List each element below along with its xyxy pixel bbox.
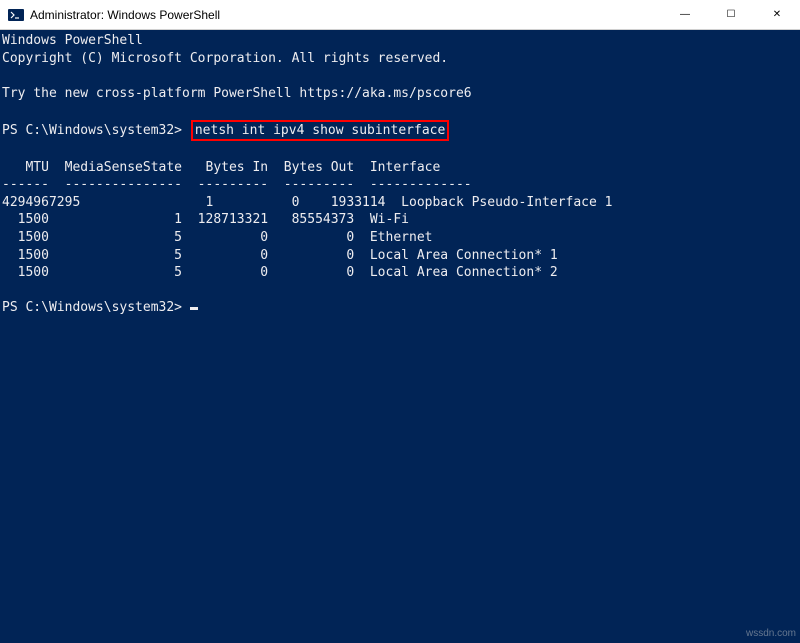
table-header: MTU MediaSenseState Bytes In Bytes Out I… — [2, 159, 800, 177]
table-row: 1500 5 0 0 Local Area Connection* 1 — [2, 247, 800, 265]
powershell-window: Administrator: Windows PowerShell — ☐ ✕ … — [0, 0, 800, 643]
titlebar[interactable]: Administrator: Windows PowerShell — ☐ ✕ — [0, 0, 800, 30]
maximize-button[interactable]: ☐ — [708, 0, 754, 29]
table-row: 1500 1 128713321 85554373 Wi-Fi — [2, 211, 800, 229]
prompt-line: PS C:\Windows\system32> netsh int ipv4 s… — [2, 120, 800, 142]
prompt-line: PS C:\Windows\system32> — [2, 299, 800, 317]
minimize-button[interactable]: — — [662, 0, 708, 29]
blank-line — [2, 67, 800, 85]
cursor — [190, 307, 198, 310]
banner-line: Copyright (C) Microsoft Corporation. All… — [2, 50, 800, 68]
table-header-dashes: ------ --------------- --------- -------… — [2, 176, 800, 194]
prompt-prefix: PS C:\Windows\system32> — [2, 300, 190, 315]
window-controls: — ☐ ✕ — [662, 0, 800, 29]
table-row: 1500 5 0 0 Local Area Connection* 2 — [2, 264, 800, 282]
table-row: 4294967295 1 0 1933114 Loopback Pseudo-I… — [2, 194, 800, 212]
blank-line — [2, 141, 800, 159]
blank-line — [2, 282, 800, 300]
table-row: 1500 5 0 0 Ethernet — [2, 229, 800, 247]
banner-line: Windows PowerShell — [2, 32, 800, 50]
terminal-output[interactable]: Windows PowerShellCopyright (C) Microsof… — [0, 30, 800, 643]
command-text: netsh int ipv4 show subinterface — [195, 123, 445, 138]
prompt-prefix: PS C:\Windows\system32> — [2, 123, 190, 138]
blank-line — [2, 102, 800, 120]
window-title: Administrator: Windows PowerShell — [30, 8, 662, 22]
powershell-icon — [8, 7, 24, 23]
highlighted-command: netsh int ipv4 show subinterface — [191, 120, 449, 142]
banner-line: Try the new cross-platform PowerShell ht… — [2, 85, 800, 103]
watermark: wssdn.com — [746, 628, 796, 639]
close-button[interactable]: ✕ — [754, 0, 800, 29]
